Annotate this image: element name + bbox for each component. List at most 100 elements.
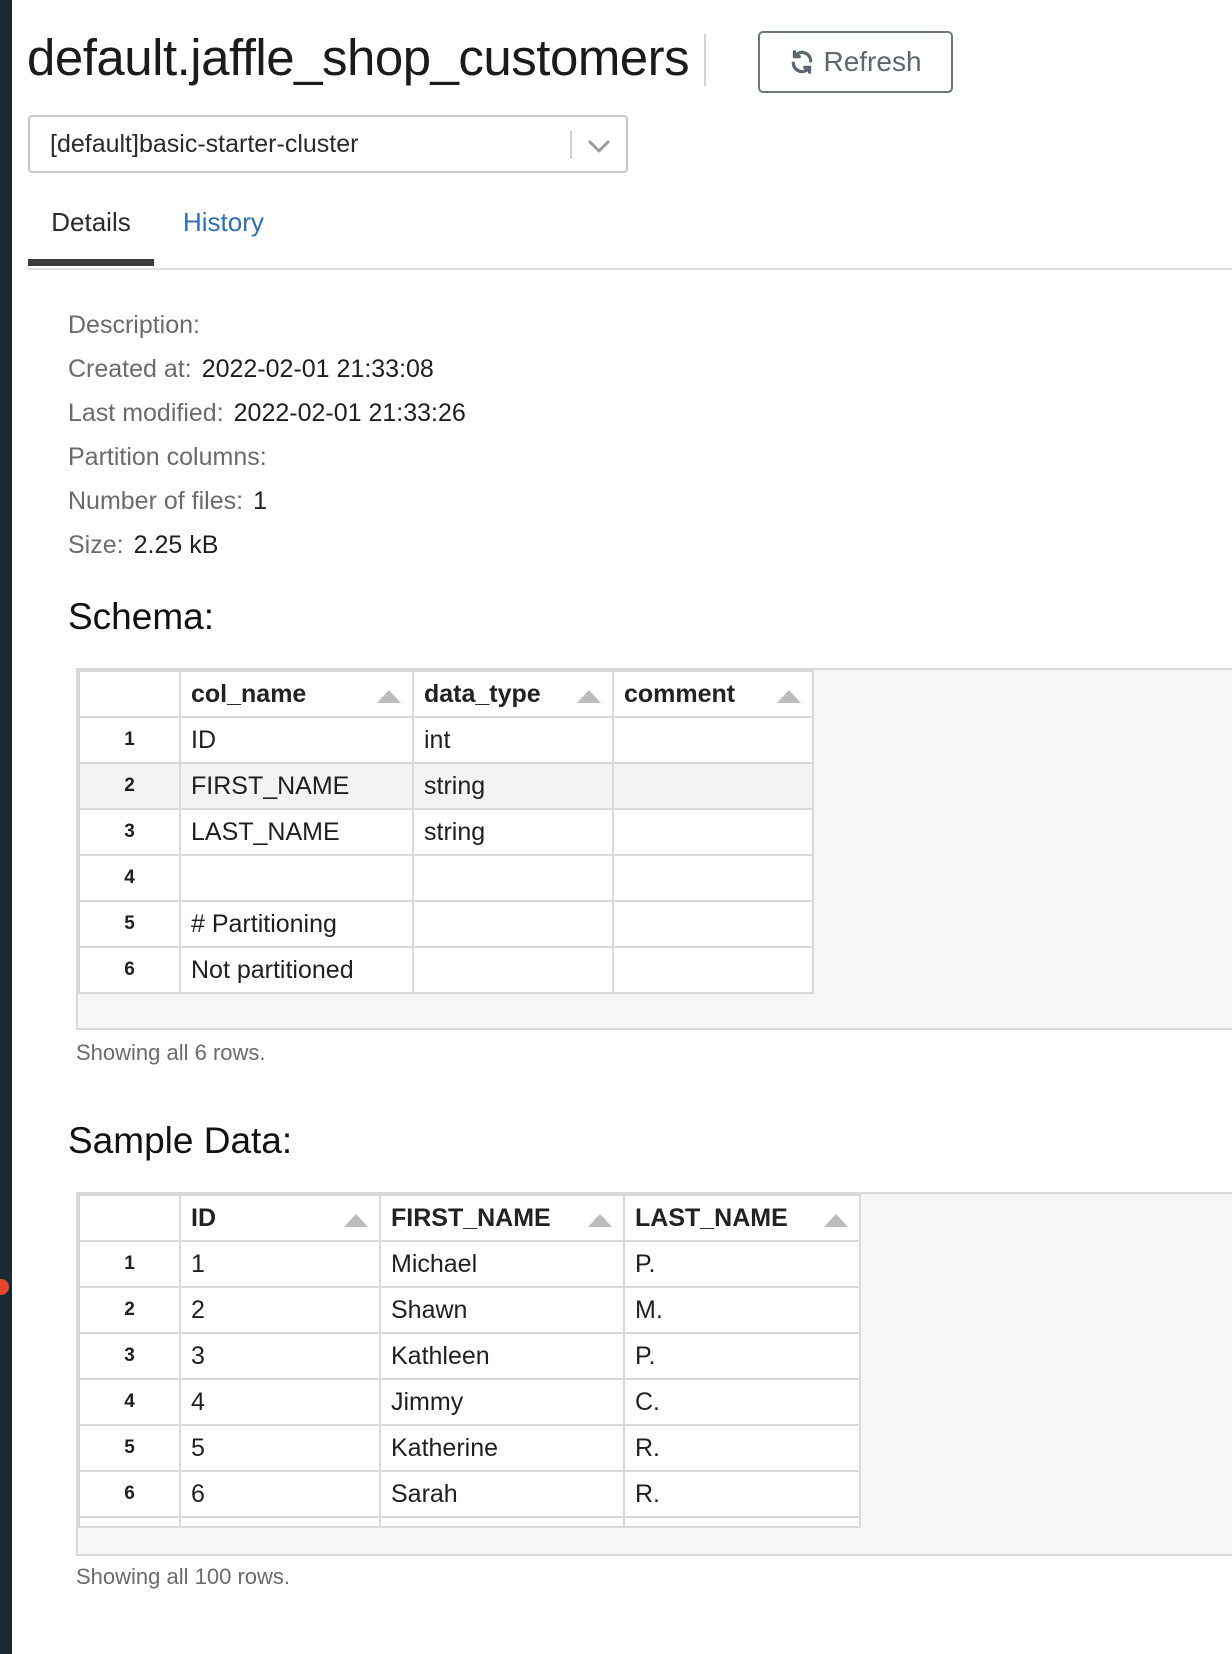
table-cell[interactable]	[612, 716, 814, 764]
refresh-button[interactable]: Refresh	[758, 31, 953, 93]
table-cell[interactable]	[179, 854, 414, 902]
row-number: 3	[78, 1332, 181, 1380]
row-number: 6	[78, 946, 181, 994]
table-cell[interactable]	[412, 946, 614, 994]
table-cell[interactable]: 5	[179, 1424, 381, 1472]
table-cell[interactable]	[412, 900, 614, 948]
row-number: 2	[78, 762, 181, 810]
column-header-label: comment	[624, 679, 736, 708]
active-tab-indicator	[28, 259, 154, 266]
table-cell[interactable]: 3	[179, 1332, 381, 1380]
table-row-partial	[78, 1516, 861, 1528]
column-header[interactable]: LAST_NAME	[623, 1194, 861, 1242]
sort-asc-icon[interactable]	[576, 688, 602, 704]
table-cell[interactable]	[612, 854, 814, 902]
left-sidebar-rail	[0, 0, 12, 1654]
table-cell[interactable]: C.	[623, 1378, 861, 1426]
title-divider	[704, 34, 706, 86]
sort-asc-icon[interactable]	[823, 1212, 849, 1228]
sort-asc-icon[interactable]	[776, 688, 802, 704]
table-cell[interactable]: Katherine	[379, 1424, 625, 1472]
tab-details[interactable]: Details	[28, 202, 154, 266]
table-row[interactable]: 1 1 Michael P.	[78, 1240, 861, 1288]
table-cell[interactable]: 1	[179, 1240, 381, 1288]
table-row[interactable]: 1 ID int	[78, 716, 814, 764]
table-cell[interactable]: R.	[623, 1470, 861, 1518]
sample-header-row: ID FIRST_NAME LAST_NAME	[78, 1194, 861, 1242]
description-row: Description:	[68, 309, 210, 341]
row-number: 5	[78, 1424, 181, 1472]
table-cell[interactable]: 6	[179, 1470, 381, 1518]
table-cell[interactable]: string	[412, 808, 614, 856]
table-cell[interactable]: P.	[623, 1332, 861, 1380]
table-cell[interactable]: R.	[623, 1424, 861, 1472]
table-row[interactable]: 6 6 Sarah R.	[78, 1470, 861, 1518]
row-number: 1	[78, 716, 181, 764]
table-row[interactable]: 4 4 Jimmy C.	[78, 1378, 861, 1426]
schema-table: col_name data_type comment 1 ID int 2 FI…	[78, 670, 814, 994]
table-cell[interactable]: 4	[179, 1378, 381, 1426]
table-cell[interactable]	[612, 762, 814, 810]
sort-asc-icon[interactable]	[376, 688, 402, 704]
table-cell[interactable]: Jimmy	[379, 1378, 625, 1426]
tab-history-label: History	[183, 207, 264, 237]
size-value: 2.25 kB	[133, 531, 219, 559]
schema-row-count: Showing all 6 rows.	[76, 1040, 266, 1065]
tab-details-label: Details	[51, 207, 131, 237]
table-cell[interactable]: Not partitioned	[179, 946, 414, 994]
created-value: 2022-02-01 21:33:08	[201, 355, 434, 383]
cluster-select-value: [default]basic-starter-cluster	[50, 129, 359, 158]
schema-header-row: col_name data_type comment	[78, 670, 814, 718]
column-header[interactable]: comment	[612, 670, 814, 718]
files-label: Number of files:	[68, 487, 244, 515]
table-row[interactable]: 6 Not partitioned	[78, 946, 814, 994]
refresh-icon	[792, 50, 813, 74]
table-cell[interactable]: Michael	[379, 1240, 625, 1288]
table-cell[interactable]: FIRST_NAME	[179, 762, 414, 810]
table-row[interactable]: 5 5 Katherine R.	[78, 1424, 861, 1472]
sample-data-grid: ID FIRST_NAME LAST_NAME 1 1 Michael P. 2…	[76, 1192, 1232, 1556]
cluster-select[interactable]: [default]basic-starter-cluster	[28, 115, 628, 173]
table-cell[interactable]: M.	[623, 1286, 861, 1334]
column-header-label: data_type	[424, 679, 541, 708]
column-header[interactable]: col_name	[179, 670, 414, 718]
table-cell[interactable]	[612, 808, 814, 856]
column-header-label: ID	[191, 1203, 216, 1232]
table-row[interactable]: 3 LAST_NAME string	[78, 808, 814, 856]
table-row[interactable]: 3 3 Kathleen P.	[78, 1332, 861, 1380]
table-cell[interactable]: # Partitioning	[179, 900, 414, 948]
sort-asc-icon[interactable]	[343, 1212, 369, 1228]
column-header[interactable]: data_type	[412, 670, 614, 718]
created-label: Created at:	[68, 355, 192, 383]
table-cell[interactable]	[612, 900, 814, 948]
schema-heading: Schema:	[68, 596, 215, 637]
table-row[interactable]: 5 # Partitioning	[78, 900, 814, 948]
column-header-label: LAST_NAME	[635, 1203, 788, 1232]
table-cell[interactable]: P.	[623, 1240, 861, 1288]
table-cell[interactable]: string	[412, 762, 614, 810]
table-cell[interactable]: Shawn	[379, 1286, 625, 1334]
table-cell[interactable]: ID	[179, 716, 414, 764]
sample-data-table: ID FIRST_NAME LAST_NAME 1 1 Michael P. 2…	[78, 1194, 861, 1528]
row-number: 2	[78, 1286, 181, 1334]
table-row[interactable]: 2 FIRST_NAME string	[78, 762, 814, 810]
chevron-down-icon[interactable]	[586, 134, 612, 158]
table-cell[interactable]: int	[412, 716, 614, 764]
table-cell[interactable]: Kathleen	[379, 1332, 625, 1380]
page-title: default.jaffle_shop_customers	[27, 29, 690, 86]
sample-row-count: Showing all 100 rows.	[76, 1564, 291, 1589]
column-header[interactable]: FIRST_NAME	[379, 1194, 625, 1242]
sort-asc-icon[interactable]	[587, 1212, 613, 1228]
table-row[interactable]: 2 2 Shawn M.	[78, 1286, 861, 1334]
row-number-header	[78, 670, 181, 718]
table-cell[interactable]	[412, 854, 614, 902]
table-row[interactable]: 4	[78, 854, 814, 902]
table-cell[interactable]: Sarah	[379, 1470, 625, 1518]
table-cell[interactable]: LAST_NAME	[179, 808, 414, 856]
row-number: 5	[78, 900, 181, 948]
table-cell[interactable]	[612, 946, 814, 994]
sample-data-heading: Sample Data:	[68, 1120, 293, 1161]
tab-history[interactable]: History	[183, 202, 264, 262]
column-header[interactable]: ID	[179, 1194, 381, 1242]
table-cell[interactable]: 2	[179, 1286, 381, 1334]
